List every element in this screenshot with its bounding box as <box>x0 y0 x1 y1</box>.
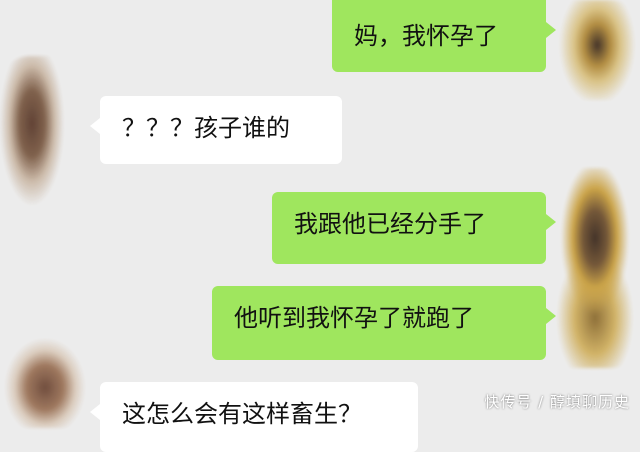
contact-avatar-self[interactable] <box>540 168 640 368</box>
message-bubble-outgoing[interactable]: 我跟他已经分手了 <box>272 192 556 264</box>
contact-avatar-mom[interactable] <box>0 56 80 206</box>
message-text: 妈，我怀孕了 <box>354 22 498 50</box>
message-text: ？？？孩子谁的 <box>122 114 290 142</box>
chat-window: 妈，我怀孕了 ？？？孩子谁的 我跟他已经分手了 他听到我怀孕了就跑了 这怎么会有… <box>0 0 640 452</box>
source-watermark: 快传号 / 醇填聊历史 <box>484 393 630 411</box>
message-text: 这怎么会有这样畜生？ <box>122 400 362 428</box>
message-bubble-outgoing[interactable]: 他听到我怀孕了就跑了 <box>212 286 556 360</box>
contact-avatar-self[interactable] <box>545 0 640 100</box>
message-text: 他听到我怀孕了就跑了 <box>234 304 474 332</box>
message-bubble-outgoing[interactable]: 妈，我怀孕了 <box>332 0 556 72</box>
message-bubble-incoming[interactable]: 这怎么会有这样畜生？ <box>90 382 418 452</box>
contact-avatar-mom[interactable] <box>0 338 90 428</box>
message-text: 我跟他已经分手了 <box>294 210 486 238</box>
message-bubble-incoming[interactable]: ？？？孩子谁的 <box>90 96 342 164</box>
